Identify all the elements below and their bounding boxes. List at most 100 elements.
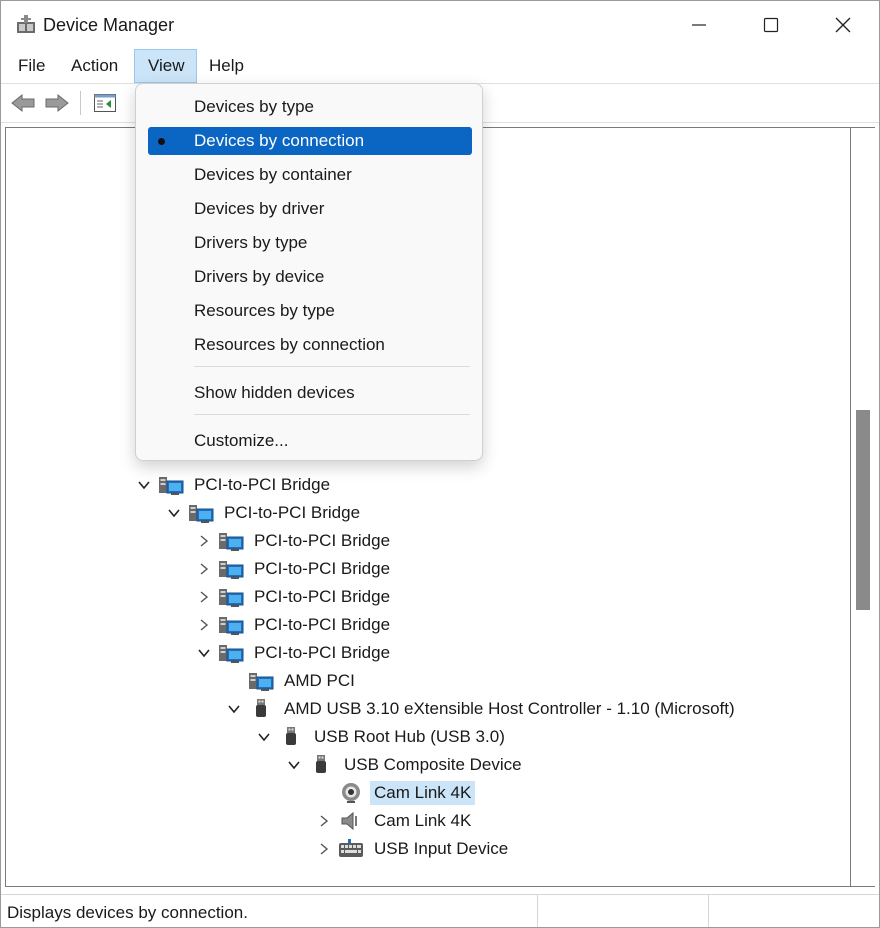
menu-file[interactable]: File [10, 49, 53, 83]
tree-row-label: Cam Link 4K [370, 781, 476, 805]
tree-expander[interactable] [194, 639, 214, 667]
console-tree-icon [94, 94, 116, 112]
menu-item-devices-by-type[interactable]: Devices by type [148, 93, 472, 121]
tree-expander[interactable] [314, 835, 334, 863]
menu-action[interactable]: Action [63, 49, 126, 83]
tree-expander[interactable] [314, 807, 334, 835]
chevron-right-icon [320, 843, 329, 855]
chevron-down-icon [228, 705, 240, 714]
pci-bridge-icon [218, 642, 244, 664]
pci-bridge-icon [248, 670, 274, 692]
tree-row-label: PCI-to-PCI Bridge [254, 615, 391, 634]
pci-bridge-icon [218, 586, 244, 608]
status-text: Displays devices by connection. [7, 903, 248, 922]
pci-bridge-icon [218, 530, 244, 552]
tree-row-label: PCI-to-PCI Bridge [254, 559, 391, 578]
chevron-right-icon [320, 815, 329, 827]
radio-bullet-icon [158, 138, 165, 145]
toolbar-divider [80, 91, 81, 115]
pci-bridge-icon [188, 502, 214, 524]
tree-row[interactable]: Cam Link 4K [314, 779, 476, 807]
tree-row[interactable]: Cam Link 4K [314, 807, 475, 835]
close-icon [835, 17, 851, 33]
menu-help[interactable]: Help [201, 49, 252, 83]
chevron-right-icon [200, 619, 209, 631]
menu-item-devices-by-connection[interactable]: Devices by connection [148, 127, 472, 155]
tree-row[interactable]: PCI-to-PCI Bridge [194, 555, 394, 583]
chevron-right-icon [200, 591, 209, 603]
tree-expander-placeholder [224, 667, 244, 695]
menu-item-label: Devices by driver [194, 199, 325, 218]
tree-expander[interactable] [194, 611, 214, 639]
tree-row-label: USB Root Hub (USB 3.0) [314, 727, 505, 746]
tree-row[interactable]: PCI-to-PCI Bridge [194, 527, 394, 555]
menu-item-label: Devices by connection [194, 131, 365, 150]
status-divider [537, 895, 538, 927]
tree-row[interactable]: PCI-to-PCI Bridge [134, 471, 334, 499]
tree-expander[interactable] [224, 695, 244, 723]
tree-row-label: PCI-to-PCI Bridge [254, 643, 391, 662]
tree-row-label: PCI-to-PCI Bridge [254, 531, 391, 550]
tree-row-label: AMD PCI [284, 671, 355, 690]
tree-row[interactable]: PCI-to-PCI Bridge [194, 583, 394, 611]
menu-item-label: Devices by type [194, 97, 314, 116]
tree-row[interactable]: PCI-to-PCI Bridge [194, 611, 394, 639]
tree-row[interactable]: USB Composite Device [284, 751, 526, 779]
status-bar: Displays devices by connection. [1, 894, 879, 927]
usb-plug-icon [248, 698, 274, 720]
tree-row-label: USB Input Device [374, 839, 509, 858]
menu-item-drivers-by-type[interactable]: Drivers by type [148, 229, 472, 257]
menu-item-drivers-by-device[interactable]: Drivers by device [148, 263, 472, 291]
show-hide-console-tree-button[interactable] [91, 90, 119, 116]
menu-item-label: Drivers by type [194, 233, 308, 252]
tree-expander[interactable] [164, 499, 184, 527]
tree-expander[interactable] [194, 555, 214, 583]
pci-bridge-icon [218, 614, 244, 636]
tree-row[interactable]: PCI-to-PCI Bridge [164, 499, 364, 527]
device-manager-window: Device Manager File Action View Help PCI… [0, 0, 880, 928]
tree-row[interactable]: PCI-to-PCI Bridge [194, 639, 394, 667]
menu-item-label: Show hidden devices [194, 383, 355, 402]
back-button[interactable] [9, 90, 37, 116]
menu-separator [194, 414, 470, 415]
maximize-icon [763, 17, 779, 33]
vertical-scrollbar[interactable] [851, 127, 875, 887]
maximize-button[interactable] [735, 1, 807, 49]
pci-bridge-icon [218, 558, 244, 580]
tree-expander[interactable] [194, 527, 214, 555]
menu-item-resources-by-connection[interactable]: Resources by connection [148, 331, 472, 359]
tree-expander[interactable] [254, 723, 274, 751]
view-menu-dropdown: Devices by type Devices by connection De… [135, 83, 483, 461]
menu-item-label: Customize... [194, 431, 289, 450]
webcam-icon [338, 782, 364, 804]
tree-expander[interactable] [194, 583, 214, 611]
menu-item-show-hidden-devices[interactable]: Show hidden devices [148, 379, 472, 407]
tree-row-label: USB Composite Device [344, 755, 522, 774]
menu-item-devices-by-driver[interactable]: Devices by driver [148, 195, 472, 223]
tree-row[interactable]: AMD PCI [224, 667, 359, 695]
minimize-icon [692, 24, 706, 26]
tree-row[interactable]: USB Root Hub (USB 3.0) [254, 723, 509, 751]
minimize-button[interactable] [663, 1, 735, 49]
close-button[interactable] [807, 1, 879, 49]
title-bar[interactable]: Device Manager [1, 1, 879, 49]
menu-view[interactable]: View [134, 49, 197, 83]
tree-row[interactable]: AMD USB 3.10 eXtensible Host Controller … [224, 695, 739, 723]
arrow-right-icon [45, 93, 69, 113]
tree-row-label: PCI-to-PCI Bridge [224, 503, 361, 522]
forward-button[interactable] [43, 90, 71, 116]
menu-item-customize[interactable]: Customize... [148, 427, 472, 455]
chevron-right-icon [200, 563, 209, 575]
scrollbar-thumb[interactable] [856, 410, 870, 610]
tree-expander[interactable] [134, 471, 154, 499]
tree-row-label: AMD USB 3.10 eXtensible Host Controller … [284, 699, 735, 718]
tree-row[interactable]: USB Input Device [314, 835, 512, 863]
tree-row-label: PCI-to-PCI Bridge [194, 475, 331, 494]
menu-item-label: Resources by type [194, 301, 335, 320]
menu-item-devices-by-container[interactable]: Devices by container [148, 161, 472, 189]
keyboard-icon [338, 838, 364, 860]
menu-item-resources-by-type[interactable]: Resources by type [148, 297, 472, 325]
chevron-down-icon [168, 509, 180, 518]
tree-expander[interactable] [284, 751, 304, 779]
chevron-down-icon [138, 481, 150, 490]
